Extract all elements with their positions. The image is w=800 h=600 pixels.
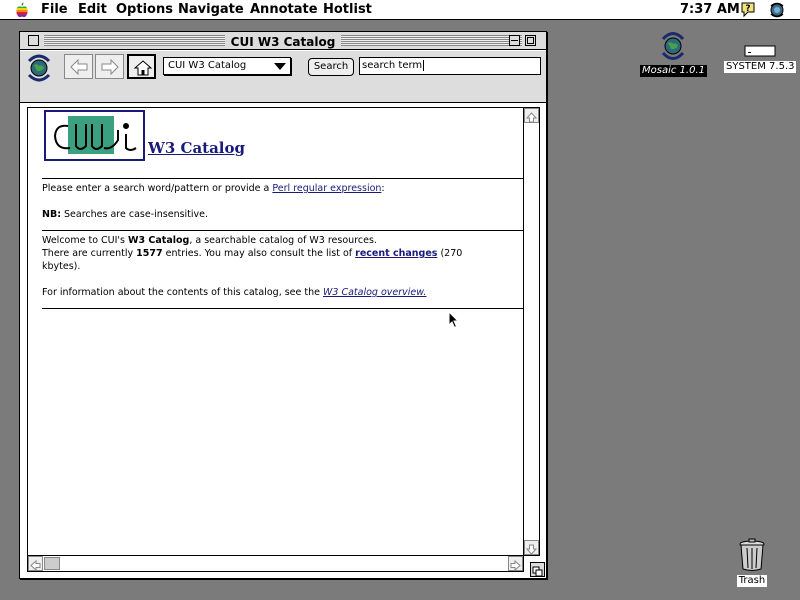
back-button[interactable]: [64, 54, 93, 79]
back-arrow-icon: [70, 58, 88, 76]
mosaic-icon-label: Mosaic 1.0.1: [640, 65, 707, 77]
divider: [42, 308, 523, 309]
kbytes-line: kbytes).: [42, 260, 80, 273]
window-title-wrapper: CUI W3 Catalog: [20, 32, 546, 51]
mosaic-app-icon[interactable]: Mosaic 1.0.1: [640, 30, 707, 77]
browser-toolbar: CUI W3 Catalog Search search term: [20, 51, 546, 103]
entries-line: There are currently 1577 entries. You ma…: [42, 247, 462, 260]
home-icon: [133, 60, 153, 76]
balloon-help-icon[interactable]: ?: [740, 1, 756, 18]
menu-hotlist[interactable]: Hotlist: [323, 2, 372, 18]
search-instructions: Please enter a search word/pattern or pr…: [42, 182, 385, 195]
entries-text: There are currently: [42, 248, 137, 259]
case-note: NB: Searches are case-insensitive.: [42, 208, 208, 221]
menu-edit[interactable]: Edit: [78, 2, 107, 18]
menu-options[interactable]: Options: [116, 2, 173, 18]
horizontal-scrollbar[interactable]: [27, 556, 524, 572]
welcome-text: Welcome to CUI's: [42, 235, 129, 246]
entries-count: 1577: [136, 248, 163, 259]
trash-icon-container[interactable]: Trash: [734, 538, 770, 587]
menu-navigate[interactable]: Navigate: [178, 2, 244, 18]
trash-label: Trash: [736, 575, 768, 587]
menu-annotate[interactable]: Annotate: [250, 2, 318, 18]
mosaic-globe-icon: [661, 32, 685, 60]
menubar-clock[interactable]: 7:37 AM: [680, 2, 740, 17]
application-menu-icon[interactable]: [768, 1, 786, 19]
instructions-text: Please enter a search word/pattern or pr…: [42, 183, 273, 194]
trash-can-icon: [739, 538, 765, 571]
kbytes-text: kbytes).: [42, 261, 81, 272]
zoom-box-button[interactable]: [525, 35, 536, 46]
nb-text: Searches are case-insensitive.: [61, 209, 209, 220]
window-title-bar[interactable]: CUI W3 Catalog: [20, 32, 546, 50]
arrow-up-icon: [525, 112, 538, 123]
scroll-right-button[interactable]: [508, 556, 523, 572]
divider: [42, 230, 523, 231]
info-line: For information about the contents of th…: [42, 286, 426, 299]
entries-suffix: (270: [437, 248, 463, 259]
welcome-line: Welcome to CUI's W3 Catalog, a searchabl…: [42, 234, 377, 247]
recent-changes-link[interactable]: recent changes: [355, 248, 437, 259]
arrow-left-icon: [30, 559, 41, 572]
apple-menu-icon[interactable]: [14, 2, 30, 18]
mouse-pointer-icon: [448, 311, 460, 329]
search-input[interactable]: search term: [359, 57, 541, 75]
text-caret: [423, 59, 425, 71]
catalog-overview-link[interactable]: W3 Catalog overview.: [323, 287, 426, 298]
entries-mid: entries. You may also consult the list o…: [162, 248, 356, 259]
forward-button[interactable]: [95, 54, 124, 79]
horizontal-scroll-thumb[interactable]: [44, 557, 60, 570]
page-title-link[interactable]: W3 Catalog: [148, 141, 245, 156]
url-history-select[interactable]: CUI W3 Catalog: [163, 57, 291, 75]
close-box-button[interactable]: [28, 35, 39, 46]
mosaic-logo-icon[interactable]: [24, 53, 54, 83]
scroll-down-button[interactable]: [524, 540, 539, 555]
browser-window: CUI W3 Catalog CUI W3 Catalog Search sea…: [19, 31, 547, 579]
svg-text:?: ?: [745, 4, 750, 14]
window-resize-handle[interactable]: [530, 562, 545, 577]
instructions-suffix: :: [381, 183, 385, 194]
welcome-suffix: , a searchable catalog of W3 resources.: [189, 235, 377, 246]
info-text: For information about the contents of th…: [42, 287, 324, 298]
scroll-up-button[interactable]: [524, 108, 539, 123]
url-select-value: CUI W3 Catalog: [168, 60, 247, 71]
perl-regex-link[interactable]: Perl regular expression: [272, 183, 381, 194]
vertical-scrollbar[interactable]: [524, 107, 540, 556]
document-view[interactable]: W3 Catalog Please enter a search word/pa…: [27, 107, 524, 556]
welcome-bold: W3 Catalog: [128, 235, 190, 246]
chevron-down-icon: [274, 63, 286, 70]
resize-grip-icon: [532, 566, 543, 577]
forward-arrow-icon: [101, 58, 119, 76]
nb-label: NB:: [42, 209, 61, 220]
collapse-box-button[interactable]: [509, 35, 520, 46]
system-disk-label: SYSTEM 7.5.3: [724, 61, 797, 73]
menu-bar: File Edit Options Navigate Annotate Hotl…: [0, 0, 800, 20]
search-input-value: search term: [362, 60, 423, 71]
window-title: CUI W3 Catalog: [224, 35, 342, 49]
menu-file[interactable]: File: [41, 2, 68, 18]
divider: [42, 178, 523, 179]
home-button[interactable]: [127, 54, 156, 79]
arrow-right-icon: [510, 559, 521, 572]
search-button[interactable]: Search: [308, 58, 354, 76]
scroll-left-button[interactable]: [28, 556, 43, 572]
arrow-down-icon: [525, 544, 538, 555]
hard-disk-icon: [744, 45, 776, 57]
cui-logo-icon[interactable]: [44, 110, 145, 161]
system-disk-icon[interactable]: SYSTEM 7.5.3: [724, 44, 797, 73]
